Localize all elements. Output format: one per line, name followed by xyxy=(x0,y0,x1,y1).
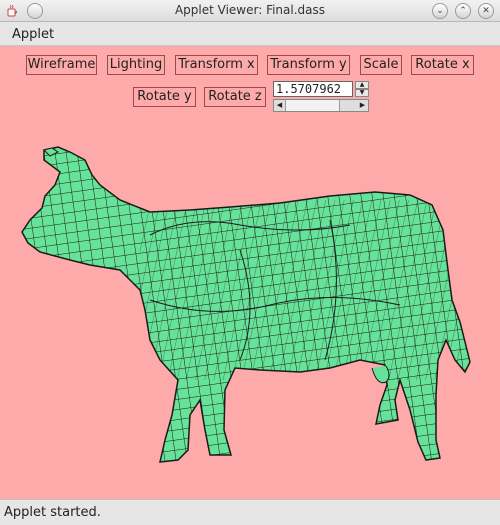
applet-window: Applet Viewer: Final.dass ⌄ ⌃ ✕ Applet W… xyxy=(0,0,500,525)
status-bar: Applet started. xyxy=(0,499,500,525)
status-text: Applet started. xyxy=(4,505,101,520)
cow-mesh-render xyxy=(21,146,471,463)
